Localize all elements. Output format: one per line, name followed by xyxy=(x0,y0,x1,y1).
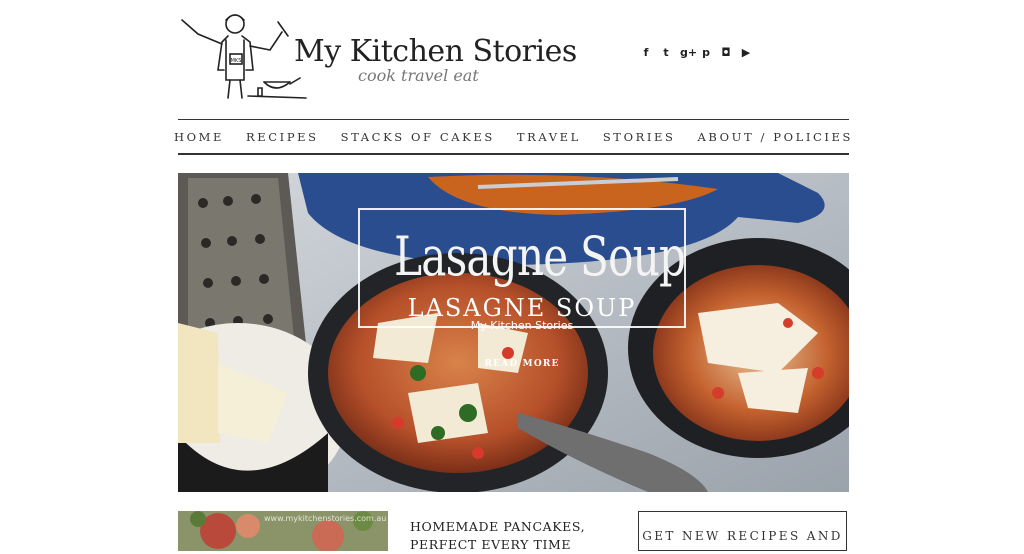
pinterest-icon[interactable]: p xyxy=(700,46,712,60)
google-plus-icon[interactable]: g+ xyxy=(680,46,697,60)
thumbnail-watermark: www.mykitchenstories.com.au xyxy=(264,514,387,523)
subscribe-label: GET NEW RECIPES AND xyxy=(642,529,843,543)
site-title[interactable]: My Kitchen Stories xyxy=(294,34,577,69)
nav-item-home[interactable]: HOME xyxy=(163,130,235,144)
social-links: f t g+ p ◘ ▶ xyxy=(640,46,752,60)
hero-subtitle: My Kitchen Stories xyxy=(470,319,574,332)
site-tagline: cook travel eat xyxy=(358,66,479,85)
site-logo[interactable]: MKS My Kitchen Stories cook travel eat xyxy=(178,8,577,104)
svg-text:MKS: MKS xyxy=(231,58,242,64)
nav-item-recipes[interactable]: RECIPES xyxy=(235,130,330,144)
nav-item-travel[interactable]: TRAVEL xyxy=(506,130,592,144)
chef-illustration-icon: MKS xyxy=(181,14,307,99)
main-nav: HOME RECIPES STACKS OF CAKES TRAVEL STOR… xyxy=(174,119,850,155)
subscribe-box[interactable]: GET NEW RECIPES AND xyxy=(638,511,847,551)
instagram-icon[interactable]: ◘ xyxy=(720,46,732,60)
facebook-icon[interactable]: f xyxy=(640,46,652,60)
nav-item-stacks-of-cakes[interactable]: STACKS OF CAKES xyxy=(330,130,506,144)
hero-title[interactable]: LASAGNE SOUP xyxy=(358,294,686,322)
post-title-link[interactable]: HOMEMADE PANCAKES, PERFECT EVERY TIME xyxy=(410,518,620,554)
nav-item-stories[interactable]: STORIES xyxy=(592,130,687,144)
post-thumbnail[interactable]: www.mykitchenstories.com.au xyxy=(178,511,388,551)
nav-item-about-policies[interactable]: ABOUT / POLICIES xyxy=(686,130,864,144)
youtube-icon[interactable]: ▶ xyxy=(740,46,752,60)
twitter-icon[interactable]: t xyxy=(660,46,672,60)
hero-slide[interactable]: Lasagne Soup LASAGNE SOUP My Kitchen Sto… xyxy=(178,173,849,492)
hero-script-title: Lasagne Soup xyxy=(394,225,686,288)
read-more-link[interactable]: READ MORE xyxy=(358,359,686,369)
